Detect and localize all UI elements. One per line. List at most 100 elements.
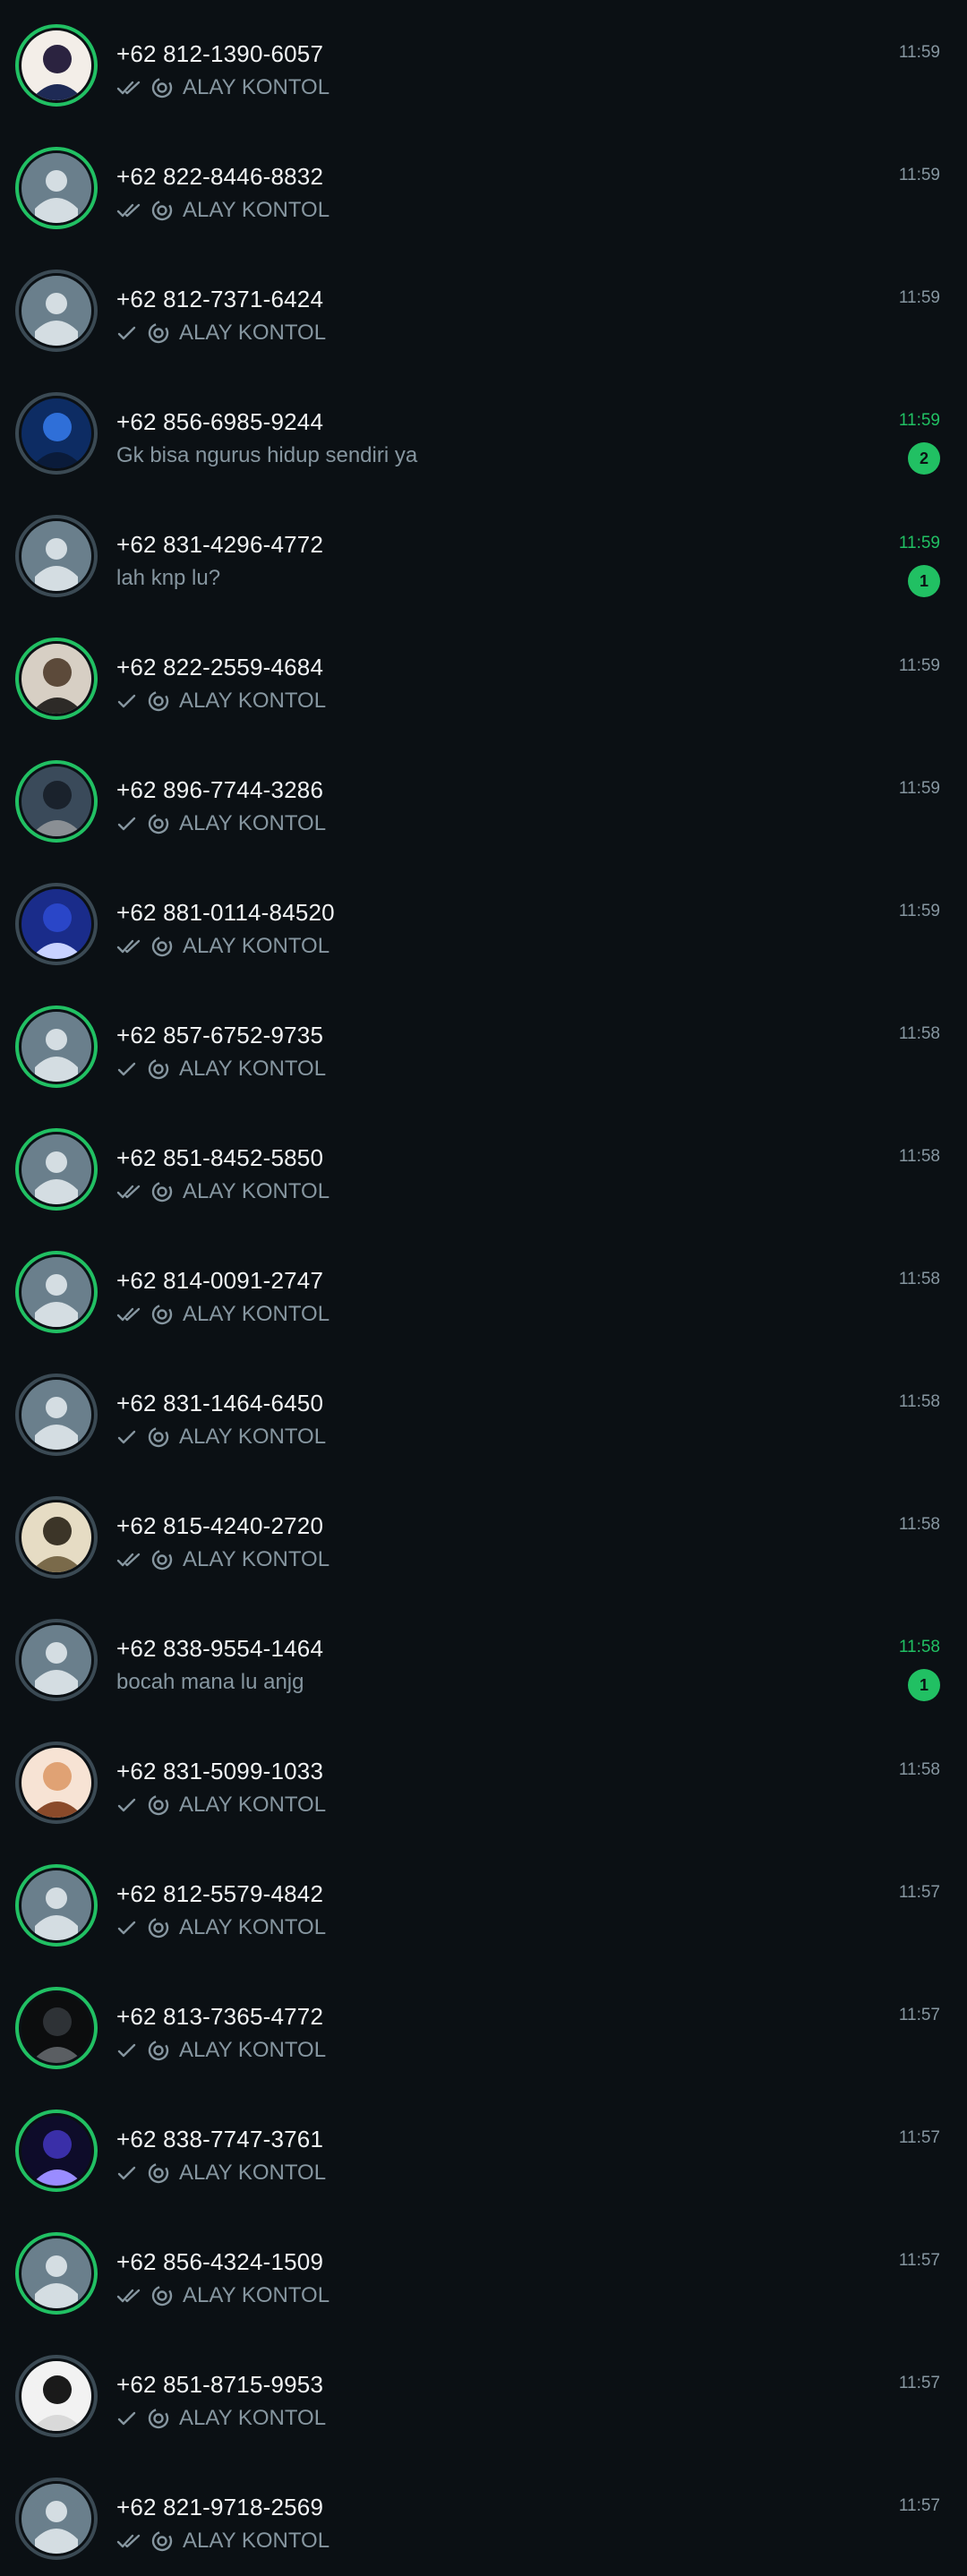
- preview-text: ALAY KONTOL: [179, 2161, 327, 2185]
- avatar[interactable]: [15, 1987, 98, 2069]
- chat-row[interactable]: +62 813-7365-4772 11:57 ALAY KONTOL: [0, 1963, 967, 2085]
- chat-row[interactable]: +62 856-4324-1509 11:57 ALAY KONTOL: [0, 2208, 967, 2331]
- avatar-image: [21, 2116, 91, 2186]
- avatar[interactable]: [15, 1742, 98, 1824]
- channel-icon: [147, 1057, 170, 1081]
- message-time: 11:59: [898, 411, 940, 430]
- avatar[interactable]: [15, 2110, 98, 2192]
- message-preview: ALAY KONTOL: [116, 198, 329, 223]
- contact-name: +62 821-9718-2569: [116, 2494, 324, 2520]
- chat-row[interactable]: +62 822-2559-4684 11:59 ALAY KONTOL: [0, 613, 967, 736]
- chat-row[interactable]: +62 831-4296-4772 11:59 lah knp lu? 1: [0, 491, 967, 613]
- preview-text: ALAY KONTOL: [183, 2529, 330, 2553]
- single-check-icon: [116, 325, 138, 341]
- single-check-icon: [116, 2410, 138, 2426]
- chat-row[interactable]: +62 851-8452-5850 11:58 ALAY KONTOL: [0, 1104, 967, 1227]
- double-check-icon: [116, 1306, 141, 1322]
- single-check-icon: [116, 1429, 138, 1445]
- preview-text: ALAY KONTOL: [179, 689, 327, 713]
- channel-icon: [147, 2039, 170, 2062]
- message-preview: lah knp lu?: [116, 566, 220, 591]
- chat-row[interactable]: +62 831-5099-1033 11:58 ALAY KONTOL: [0, 1717, 967, 1840]
- default-avatar-icon[interactable]: [15, 515, 98, 597]
- message-time: 11:58: [898, 1024, 940, 1043]
- chat-row[interactable]: +62 821-9718-2569 11:57 ALAY KONTOL: [0, 2453, 967, 2576]
- channel-icon: [150, 1548, 174, 1571]
- avatar-image: [21, 521, 91, 591]
- message-time: 11:58: [898, 1392, 940, 1411]
- message-time: 11:58: [898, 1760, 940, 1779]
- chat-row[interactable]: +62 896-7744-3286 11:59 ALAY KONTOL: [0, 736, 967, 859]
- chat-row[interactable]: +62 812-5579-4842 11:57 ALAY KONTOL: [0, 1840, 967, 1963]
- preview-text: ALAY KONTOL: [183, 2283, 330, 2307]
- default-avatar-icon[interactable]: [15, 1128, 98, 1211]
- message-time: 11:57: [898, 2374, 940, 2392]
- preview-text: ALAY KONTOL: [183, 1179, 330, 1203]
- preview-text: ALAY KONTOL: [179, 1793, 327, 1817]
- avatar[interactable]: [15, 883, 98, 965]
- channel-icon: [147, 689, 170, 713]
- chat-row[interactable]: +62 815-4240-2720 11:58 ALAY KONTOL: [0, 1472, 967, 1595]
- single-check-icon: [116, 1920, 138, 1936]
- message-preview: ALAY KONTOL: [116, 1425, 326, 1450]
- message-time: 11:58: [898, 1515, 940, 1534]
- channel-icon: [150, 2529, 174, 2553]
- avatar[interactable]: [15, 1496, 98, 1579]
- contact-name: +62 815-4240-2720: [116, 1512, 324, 1539]
- chat-row[interactable]: +62 838-7747-3761 11:57 ALAY KONTOL: [0, 2085, 967, 2208]
- chat-row[interactable]: +62 822-8446-8832 11:59 ALAY KONTOL: [0, 123, 967, 245]
- channel-icon: [150, 935, 174, 958]
- default-avatar-icon[interactable]: [15, 1006, 98, 1088]
- chat-row[interactable]: +62 857-6752-9735 11:58 ALAY KONTOL: [0, 981, 967, 1104]
- contact-name: +62 838-7747-3761: [116, 2126, 324, 2152]
- default-avatar-icon[interactable]: [15, 1251, 98, 1333]
- avatar-image: [21, 1012, 91, 1082]
- default-avatar-icon[interactable]: [15, 270, 98, 352]
- message-time: 11:57: [898, 2251, 940, 2270]
- default-avatar-icon[interactable]: [15, 2478, 98, 2560]
- double-check-icon: [116, 2288, 141, 2304]
- chat-row[interactable]: +62 831-1464-6450 11:58 ALAY KONTOL: [0, 1349, 967, 1472]
- chat-row[interactable]: +62 812-1390-6057 11:59 ALAY KONTOL: [0, 0, 967, 123]
- message-time: 11:58: [898, 1270, 940, 1288]
- message-time: 11:58: [898, 1638, 940, 1656]
- avatar[interactable]: [15, 392, 98, 475]
- default-avatar-icon[interactable]: [15, 147, 98, 229]
- preview-text: ALAY KONTOL: [183, 934, 330, 958]
- preview-text: bocah mana lu anjg: [116, 1670, 304, 1694]
- contact-name: +62 856-6985-9244: [116, 408, 324, 435]
- channel-icon: [150, 199, 174, 222]
- chat-row[interactable]: +62 851-8715-9953 11:57 ALAY KONTOL: [0, 2331, 967, 2453]
- avatar[interactable]: [15, 638, 98, 720]
- preview-text: Gk bisa ngurus hidup sendiri ya: [116, 443, 418, 467]
- default-avatar-icon[interactable]: [15, 2232, 98, 2315]
- single-check-icon: [116, 2165, 138, 2181]
- chat-row[interactable]: +62 812-7371-6424 11:59 ALAY KONTOL: [0, 245, 967, 368]
- chat-row[interactable]: +62 881-0114-84520 11:59 ALAY KONTOL: [0, 859, 967, 981]
- avatar[interactable]: [15, 760, 98, 843]
- preview-text: ALAY KONTOL: [183, 1302, 330, 1326]
- message-time: 11:57: [898, 1883, 940, 1902]
- avatar-image: [21, 1870, 91, 1940]
- contact-name: +62 812-5579-4842: [116, 1880, 324, 1907]
- chat-row[interactable]: +62 856-6985-9244 11:59 Gk bisa ngurus h…: [0, 368, 967, 491]
- channel-icon: [147, 2407, 170, 2430]
- avatar[interactable]: [15, 2355, 98, 2437]
- default-avatar-icon[interactable]: [15, 1864, 98, 1947]
- message-preview: bocah mana lu anjg: [116, 1670, 304, 1695]
- contact-name: +62 838-9554-1464: [116, 1635, 324, 1662]
- chat-row[interactable]: +62 814-0091-2747 11:58 ALAY KONTOL: [0, 1227, 967, 1349]
- avatar[interactable]: [15, 24, 98, 107]
- channel-icon: [150, 1180, 174, 1203]
- avatar-image: [21, 1993, 91, 2063]
- message-time: 11:59: [898, 288, 940, 307]
- unread-badge: 2: [908, 442, 940, 475]
- default-avatar-icon[interactable]: [15, 1619, 98, 1701]
- contact-name: +62 881-0114-84520: [116, 899, 335, 926]
- avatar-image: [21, 153, 91, 223]
- chat-row[interactable]: +62 838-9554-1464 11:58 bocah mana lu an…: [0, 1595, 967, 1717]
- contact-name: +62 812-1390-6057: [116, 40, 324, 67]
- default-avatar-icon[interactable]: [15, 1374, 98, 1456]
- avatar-image: [21, 766, 91, 836]
- double-check-icon: [116, 1552, 141, 1568]
